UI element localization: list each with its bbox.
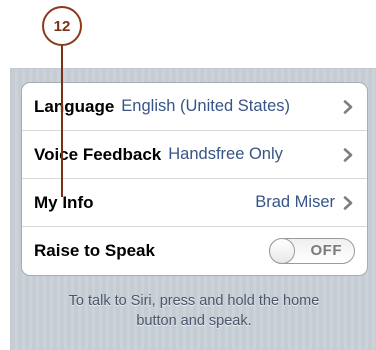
- settings-group: Language English (United States) Voice F…: [21, 82, 368, 276]
- toggle-knob[interactable]: [269, 238, 295, 264]
- callout-badge: 12: [42, 6, 82, 46]
- language-row[interactable]: Language English (United States): [22, 83, 367, 131]
- footer-line-2: button and speak.: [136, 313, 252, 329]
- voice-feedback-label: Voice Feedback: [34, 144, 162, 164]
- chevron-right-icon: [341, 195, 355, 210]
- chevron-right-icon: [341, 99, 355, 114]
- language-value: English (United States): [121, 97, 291, 115]
- toggle-state-label: OFF: [310, 242, 342, 259]
- raise-to-speak-toggle[interactable]: OFF: [269, 238, 355, 264]
- raise-to-speak-row: Raise to Speak OFF: [22, 227, 367, 275]
- footer-line-1: To talk to Siri, press and hold the home: [68, 293, 320, 309]
- voice-feedback-row[interactable]: Voice Feedback Handsfree Only: [22, 131, 367, 179]
- raise-to-speak-label: Raise to Speak: [34, 241, 155, 260]
- voice-feedback-value: Handsfree Only: [168, 145, 283, 163]
- chevron-right-icon: [341, 147, 355, 162]
- siri-settings-screen: Language English (United States) Voice F…: [10, 68, 376, 350]
- callout-line: [61, 45, 63, 197]
- my-info-label: My Info: [34, 192, 94, 212]
- figure-stage: 12 Language English (United States) Voic…: [0, 0, 376, 350]
- callout-number: 12: [53, 17, 71, 35]
- my-info-row[interactable]: My Info Brad Miser: [22, 179, 367, 227]
- siri-footer-note: To talk to Siri, press and hold the home…: [11, 291, 376, 331]
- language-label: Language: [34, 96, 115, 116]
- my-info-value: Brad Miser: [255, 193, 335, 211]
